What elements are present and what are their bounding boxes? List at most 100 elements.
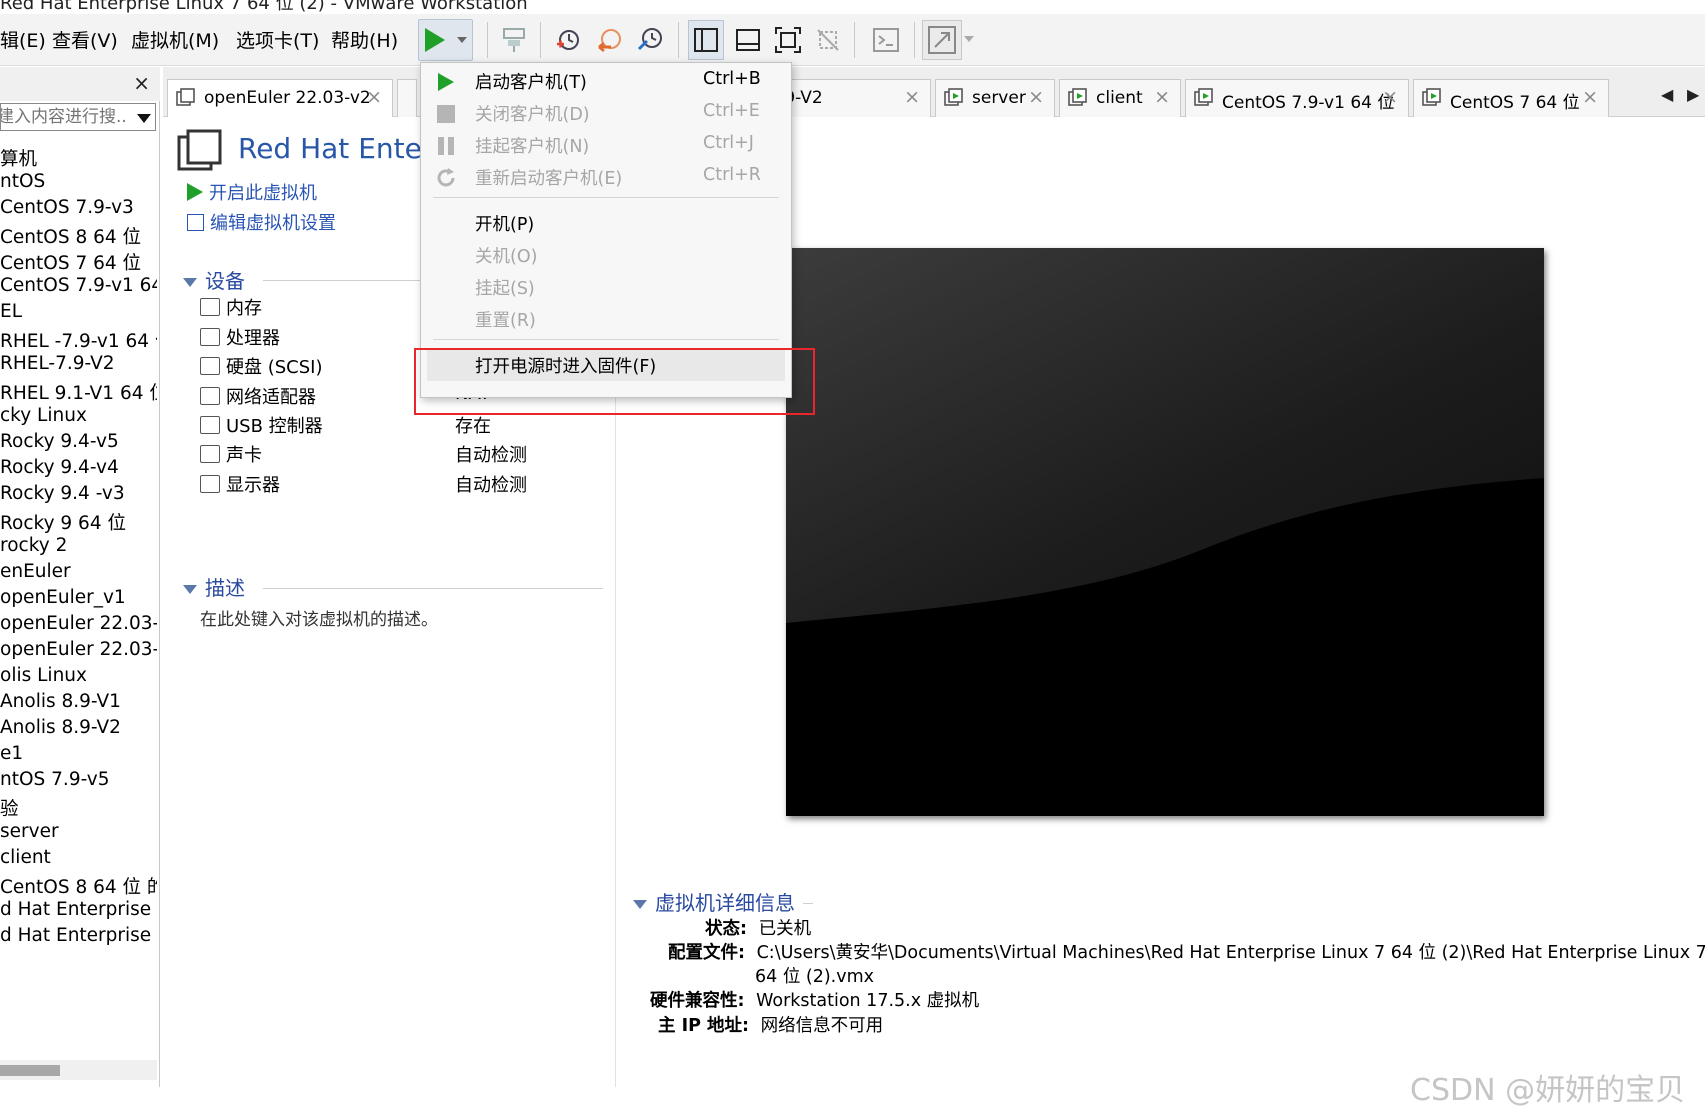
- snapshot-manager-icon[interactable]: [632, 20, 668, 60]
- tree-item[interactable]: CentOS 7 64 位: [0, 249, 141, 275]
- tree-item[interactable]: client: [0, 847, 51, 873]
- close-icon[interactable]: ×: [1582, 86, 1598, 108]
- tab-centos-7-9-v1[interactable]: CentOS 7.9-v1 64 位 ×: [1185, 79, 1409, 117]
- search-input[interactable]: [1, 104, 127, 130]
- tree-item[interactable]: ntOS: [0, 171, 45, 197]
- vm-preview-thumbnail[interactable]: [786, 248, 1544, 816]
- scrollbar-thumb[interactable]: [0, 1065, 60, 1076]
- play-icon[interactable]: [425, 28, 445, 52]
- close-icon[interactable]: ×: [1382, 86, 1398, 108]
- tree-item[interactable]: Rocky 9.4 -v3: [0, 483, 125, 509]
- description-section-heading[interactable]: 描述: [183, 572, 245, 601]
- tree-item[interactable]: ntOS 7.9-v5: [0, 769, 109, 795]
- tab-server[interactable]: server ×: [935, 79, 1055, 117]
- menu-edit[interactable]: 辑(E): [0, 26, 46, 53]
- fullscreen-icon[interactable]: [770, 20, 806, 60]
- chevron-down-icon[interactable]: [964, 36, 974, 42]
- tree-item[interactable]: d Hat Enterprise Li: [0, 899, 157, 925]
- device-row[interactable]: 处理器: [200, 324, 280, 350]
- tree-item[interactable]: RHEL -7.9-v1 64 位: [0, 327, 157, 353]
- pause-icon: [438, 137, 454, 155]
- description-heading-label: 描述: [205, 576, 245, 600]
- menu-tabs[interactable]: 选项卡(T): [236, 26, 319, 53]
- device-row[interactable]: 内存: [200, 294, 262, 320]
- collapse-icon[interactable]: [183, 585, 197, 594]
- tree-item[interactable]: enEuler: [0, 561, 71, 587]
- description-placeholder[interactable]: 在此处键入对该虚拟机的描述。: [200, 605, 438, 630]
- collapse-icon[interactable]: [633, 900, 647, 909]
- tree-item[interactable]: CentOS 7.9-v3: [0, 197, 134, 223]
- tab-client[interactable]: client ×: [1059, 79, 1181, 117]
- detail-value: 网络信息不可用: [760, 1016, 884, 1036]
- chevron-down-icon[interactable]: [457, 37, 467, 43]
- tree-item[interactable]: Rocky 9.4-v5: [0, 431, 119, 457]
- tree-item[interactable]: RHEL 9.1-V1 64 位: [0, 379, 157, 405]
- library-search-field[interactable]: [0, 103, 156, 131]
- tab-centos-7-64[interactable]: CentOS 7 64 位 ×: [1413, 79, 1609, 117]
- tree-item[interactable]: 验: [0, 795, 19, 821]
- tab-scroll-right-icon[interactable]: ▶: [1687, 85, 1699, 104]
- chevron-down-icon[interactable]: [137, 114, 151, 123]
- power-button-group[interactable]: [418, 19, 473, 61]
- revert-snapshot-icon[interactable]: [592, 20, 628, 60]
- sidebar-scrollbar[interactable]: [0, 1060, 157, 1080]
- close-icon[interactable]: ×: [1154, 86, 1170, 108]
- menu-separator: [433, 197, 779, 198]
- library-view-icon[interactable]: [688, 20, 724, 60]
- close-icon[interactable]: ×: [904, 86, 920, 108]
- device-name: 内存: [226, 298, 262, 319]
- device-row[interactable]: 硬盘 (SCSI): [200, 353, 323, 379]
- tree-item[interactable]: Anolis 8.9-V2: [0, 717, 121, 743]
- close-icon[interactable]: ×: [366, 86, 382, 108]
- tree-item[interactable]: Rocky 9 64 位: [0, 509, 126, 535]
- snapshot-icon[interactable]: [550, 20, 586, 60]
- close-icon[interactable]: ×: [133, 71, 150, 95]
- tree-item[interactable]: openEuler 22.03-v: [0, 639, 157, 665]
- device-row[interactable]: 显示器: [200, 471, 280, 497]
- tab-hidden-under-menu[interactable]: [397, 79, 417, 117]
- unity-icon[interactable]: [810, 20, 846, 60]
- tree-item[interactable]: d Hat Enterprise Li: [0, 925, 157, 951]
- console-view-icon[interactable]: [730, 20, 766, 60]
- tree-item[interactable]: Anolis 8.9-V1: [0, 691, 121, 717]
- tree-item[interactable]: openEuler_v1: [0, 587, 126, 613]
- tree-item[interactable]: 算机: [0, 145, 37, 171]
- terminal-icon[interactable]: [868, 20, 904, 60]
- menu-item[interactable]: 启动客户机(T) Ctrl+B: [421, 65, 791, 97]
- tree-item[interactable]: server: [0, 821, 59, 847]
- tree-item[interactable]: cky Linux: [0, 405, 87, 431]
- tree-item[interactable]: openEuler 22.03-v: [0, 613, 157, 639]
- menu-item-label: 关闭客户机(D): [475, 105, 590, 125]
- vm-details-heading[interactable]: 虚拟机详细信息: [633, 887, 795, 916]
- tree-item[interactable]: RHEL-7.9-V2: [0, 353, 115, 379]
- tree-item[interactable]: rocky 2: [0, 535, 67, 561]
- menu-help[interactable]: 帮助(H): [331, 26, 398, 53]
- menu-view[interactable]: 查看(V): [52, 26, 118, 53]
- tree-item[interactable]: EL: [0, 301, 22, 327]
- tree-item[interactable]: Rocky 9.4-v4: [0, 457, 119, 483]
- send-keys-icon[interactable]: [496, 20, 532, 60]
- device-row[interactable]: 网络适配器: [200, 383, 316, 409]
- menu-item[interactable]: 开机(P): [421, 207, 791, 239]
- tree-item[interactable]: CentOS 7.9-v1 64: [0, 275, 157, 301]
- close-icon[interactable]: ×: [1028, 86, 1044, 108]
- tab-openeuler-22-03-v2[interactable]: openEuler 22.03-v2 ×: [167, 79, 393, 117]
- device-row[interactable]: 声卡: [200, 441, 262, 467]
- stretch-icon[interactable]: [922, 20, 962, 60]
- tree-item[interactable]: CentOS 8 64 位: [0, 223, 141, 249]
- device-icon: [200, 445, 220, 463]
- collapse-icon[interactable]: [183, 278, 197, 287]
- tab-scroll-left-icon[interactable]: ◀: [1661, 85, 1673, 104]
- detail-status: 状态: 已关机: [705, 915, 811, 940]
- devices-section-heading[interactable]: 设备: [183, 265, 245, 294]
- tab-label: openEuler 22.03-v2: [204, 88, 371, 108]
- vm-running-icon: [944, 88, 963, 106]
- tree-item[interactable]: olis Linux: [0, 665, 87, 691]
- power-on-link[interactable]: 开启此虚拟机: [187, 179, 317, 205]
- edit-settings-link[interactable]: 编辑虚拟机设置: [187, 209, 336, 235]
- vm-summary-page: Red Hat Enterp 开启此虚拟机 编辑虚拟机设置 设备 内存 处理器 硬盘…: [163, 117, 1705, 1087]
- menu-vm[interactable]: 虚拟机(M): [131, 26, 219, 53]
- tree-item[interactable]: e1: [0, 743, 23, 769]
- tree-item[interactable]: CentOS 8 64 位 的: [0, 873, 157, 899]
- device-row[interactable]: USB 控制器: [200, 412, 323, 438]
